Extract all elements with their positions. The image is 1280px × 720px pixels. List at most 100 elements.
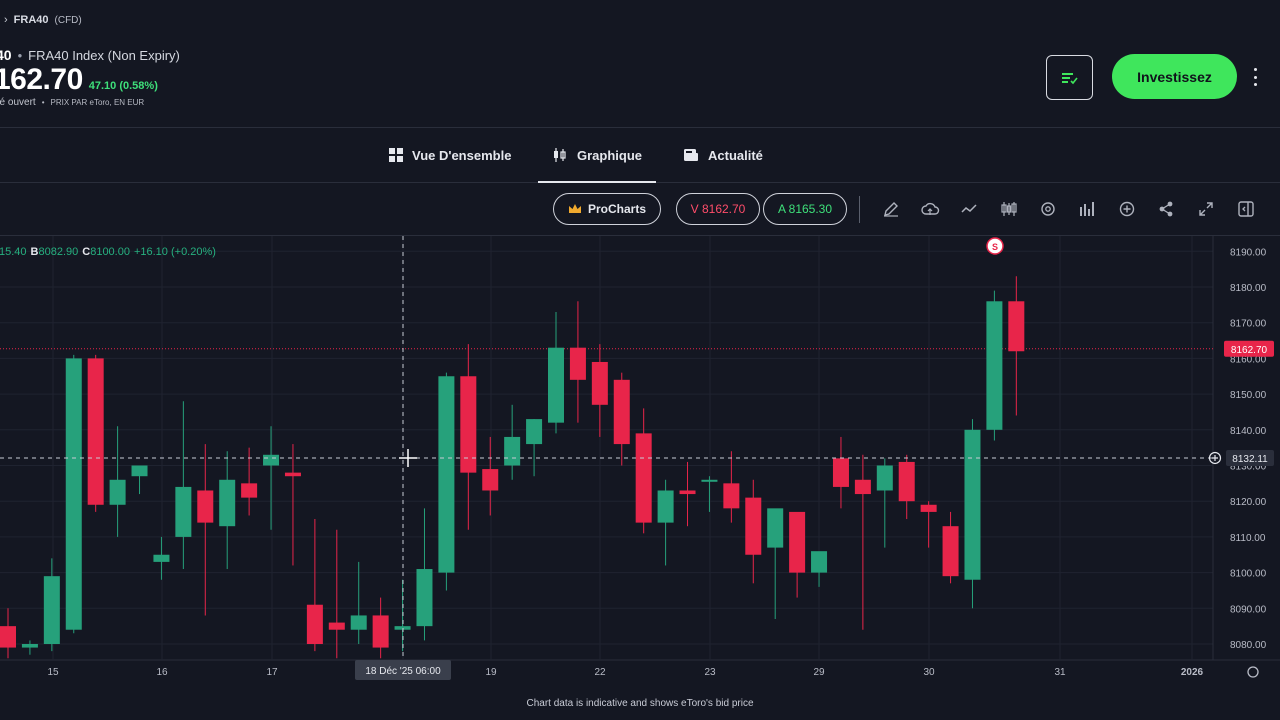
price-tick-label: 8140.00 — [1230, 426, 1267, 437]
candle[interactable] — [745, 479, 762, 584]
expand-icon[interactable] — [1196, 199, 1216, 219]
ohlc-change: +16.10 (+0.20%) — [134, 246, 216, 258]
crosshair-time-label: 18 Déc '25 06:00 — [365, 666, 441, 677]
candle-body — [153, 554, 170, 562]
instrument-title: 40 • FRA40 Index (Non Expiry) — [0, 47, 180, 63]
market-info: hé ouvert • PRIX PAR eToro, EN EUR — [0, 97, 144, 108]
candle[interactable] — [65, 354, 82, 634]
candle-body — [131, 465, 148, 477]
candle[interactable] — [109, 426, 126, 537]
current-price-label: 8162.70 — [1231, 345, 1268, 356]
more-options-icon[interactable] — [1247, 66, 1263, 88]
candle[interactable] — [526, 419, 543, 477]
time-tick-label: 17 — [266, 667, 278, 678]
candle[interactable] — [920, 501, 937, 548]
buy-price-button[interactable]: A 8165.30 — [763, 193, 847, 225]
line-chart-icon[interactable] — [959, 199, 979, 219]
candle[interactable] — [131, 465, 148, 495]
candles-icon[interactable] — [999, 199, 1019, 219]
candle-body — [328, 622, 345, 630]
signal-marker[interactable]: S — [986, 237, 1004, 255]
toolbar-divider — [859, 196, 860, 223]
time-tick-label: 23 — [704, 667, 716, 678]
share-icon[interactable] — [1156, 199, 1176, 219]
candle[interactable] — [482, 436, 499, 516]
panel-icon[interactable] — [1236, 199, 1256, 219]
candle[interactable] — [701, 476, 718, 512]
candle[interactable] — [964, 419, 981, 609]
candle[interactable] — [197, 444, 214, 616]
time-tick-label: 16 — [156, 667, 168, 678]
candle[interactable] — [87, 354, 104, 512]
settings-icon[interactable] — [1038, 199, 1058, 219]
candle[interactable] — [153, 536, 170, 580]
time-axis[interactable]: 15 16 17 18 Déc '25 06:00 19 22 23 29 30 31 2026 — [47, 660, 1259, 680]
watchlist-button[interactable] — [1046, 55, 1093, 100]
tab-overview[interactable]: Vue D'ensemble — [389, 128, 511, 182]
candle[interactable] — [306, 519, 323, 652]
price-tick-label: 8110.00 — [1230, 533, 1266, 544]
invest-button[interactable]: Investissez — [1112, 54, 1237, 99]
candle[interactable] — [789, 511, 806, 598]
candle[interactable] — [832, 436, 849, 509]
candle[interactable] — [21, 640, 38, 655]
candle[interactable] — [986, 290, 1003, 441]
candle-body — [43, 576, 60, 644]
price-note: PRIX PAR eToro, EN EUR — [50, 98, 145, 107]
candle[interactable] — [504, 404, 521, 480]
candle-body — [789, 511, 806, 573]
procharts-button[interactable]: ProCharts — [553, 193, 661, 225]
candle[interactable] — [679, 461, 696, 527]
candle-body — [482, 469, 499, 491]
candle[interactable] — [548, 311, 564, 434]
ohlc-low: 8082.90 — [38, 246, 78, 258]
axis-settings-icon[interactable] — [1247, 666, 1259, 678]
candle[interactable] — [350, 561, 367, 644]
tab-news[interactable]: Actualité — [683, 128, 763, 182]
candle[interactable] — [569, 301, 586, 423]
candle[interactable] — [175, 401, 192, 570]
candle[interactable] — [898, 454, 915, 520]
news-icon — [684, 149, 698, 161]
price-change: 47.10 (0.58%) — [88, 80, 158, 92]
candlestick-icon — [554, 148, 566, 162]
candle-body — [65, 358, 82, 630]
candle[interactable] — [1008, 276, 1025, 416]
breadcrumb-symbol[interactable]: FRA40 — [14, 14, 49, 26]
tab-overview-label: Vue D'ensemble — [412, 147, 512, 163]
candle[interactable] — [876, 458, 893, 548]
sell-price-button[interactable]: V 8162.70 — [676, 193, 760, 225]
candle[interactable] — [657, 479, 674, 566]
cloud-icon[interactable] — [920, 199, 940, 219]
candle[interactable] — [438, 372, 455, 591]
candle[interactable] — [284, 444, 301, 566]
grid-icon — [389, 148, 403, 162]
price-axis[interactable]: 8080.008090.008100.008110.008120.008130.… — [1208, 247, 1275, 651]
candle[interactable] — [767, 508, 784, 620]
candle-body — [723, 483, 740, 509]
candlestick-chart[interactable]: 8080.008090.008100.008110.008120.008130.… — [0, 236, 1280, 686]
breadcrumb[interactable]: › FRA40 (CFD) — [4, 14, 82, 26]
ohlc-close: 8100.00 — [90, 246, 130, 258]
bar-chart-icon[interactable] — [1077, 199, 1097, 219]
plus-circle-icon[interactable] — [1117, 199, 1137, 219]
candle[interactable] — [0, 608, 16, 659]
candle-body — [241, 483, 258, 498]
candle[interactable] — [263, 426, 280, 530]
candle[interactable] — [613, 372, 630, 466]
candle[interactable] — [811, 551, 828, 587]
candle[interactable] — [854, 454, 871, 630]
ohlc-open: 15.40 — [0, 246, 27, 258]
tab-chart[interactable]: Graphique — [538, 128, 657, 183]
candles[interactable] — [0, 276, 1025, 659]
candle[interactable] — [416, 508, 433, 641]
candle[interactable] — [328, 529, 345, 659]
candle[interactable] — [372, 597, 389, 659]
ohlc-close-label: C — [82, 246, 90, 258]
candle[interactable] — [219, 451, 236, 570]
candle[interactable] — [942, 511, 959, 584]
candle[interactable] — [635, 408, 652, 534]
pencil-icon[interactable] — [881, 199, 901, 219]
candle[interactable] — [723, 451, 740, 523]
candle[interactable] — [460, 344, 477, 530]
